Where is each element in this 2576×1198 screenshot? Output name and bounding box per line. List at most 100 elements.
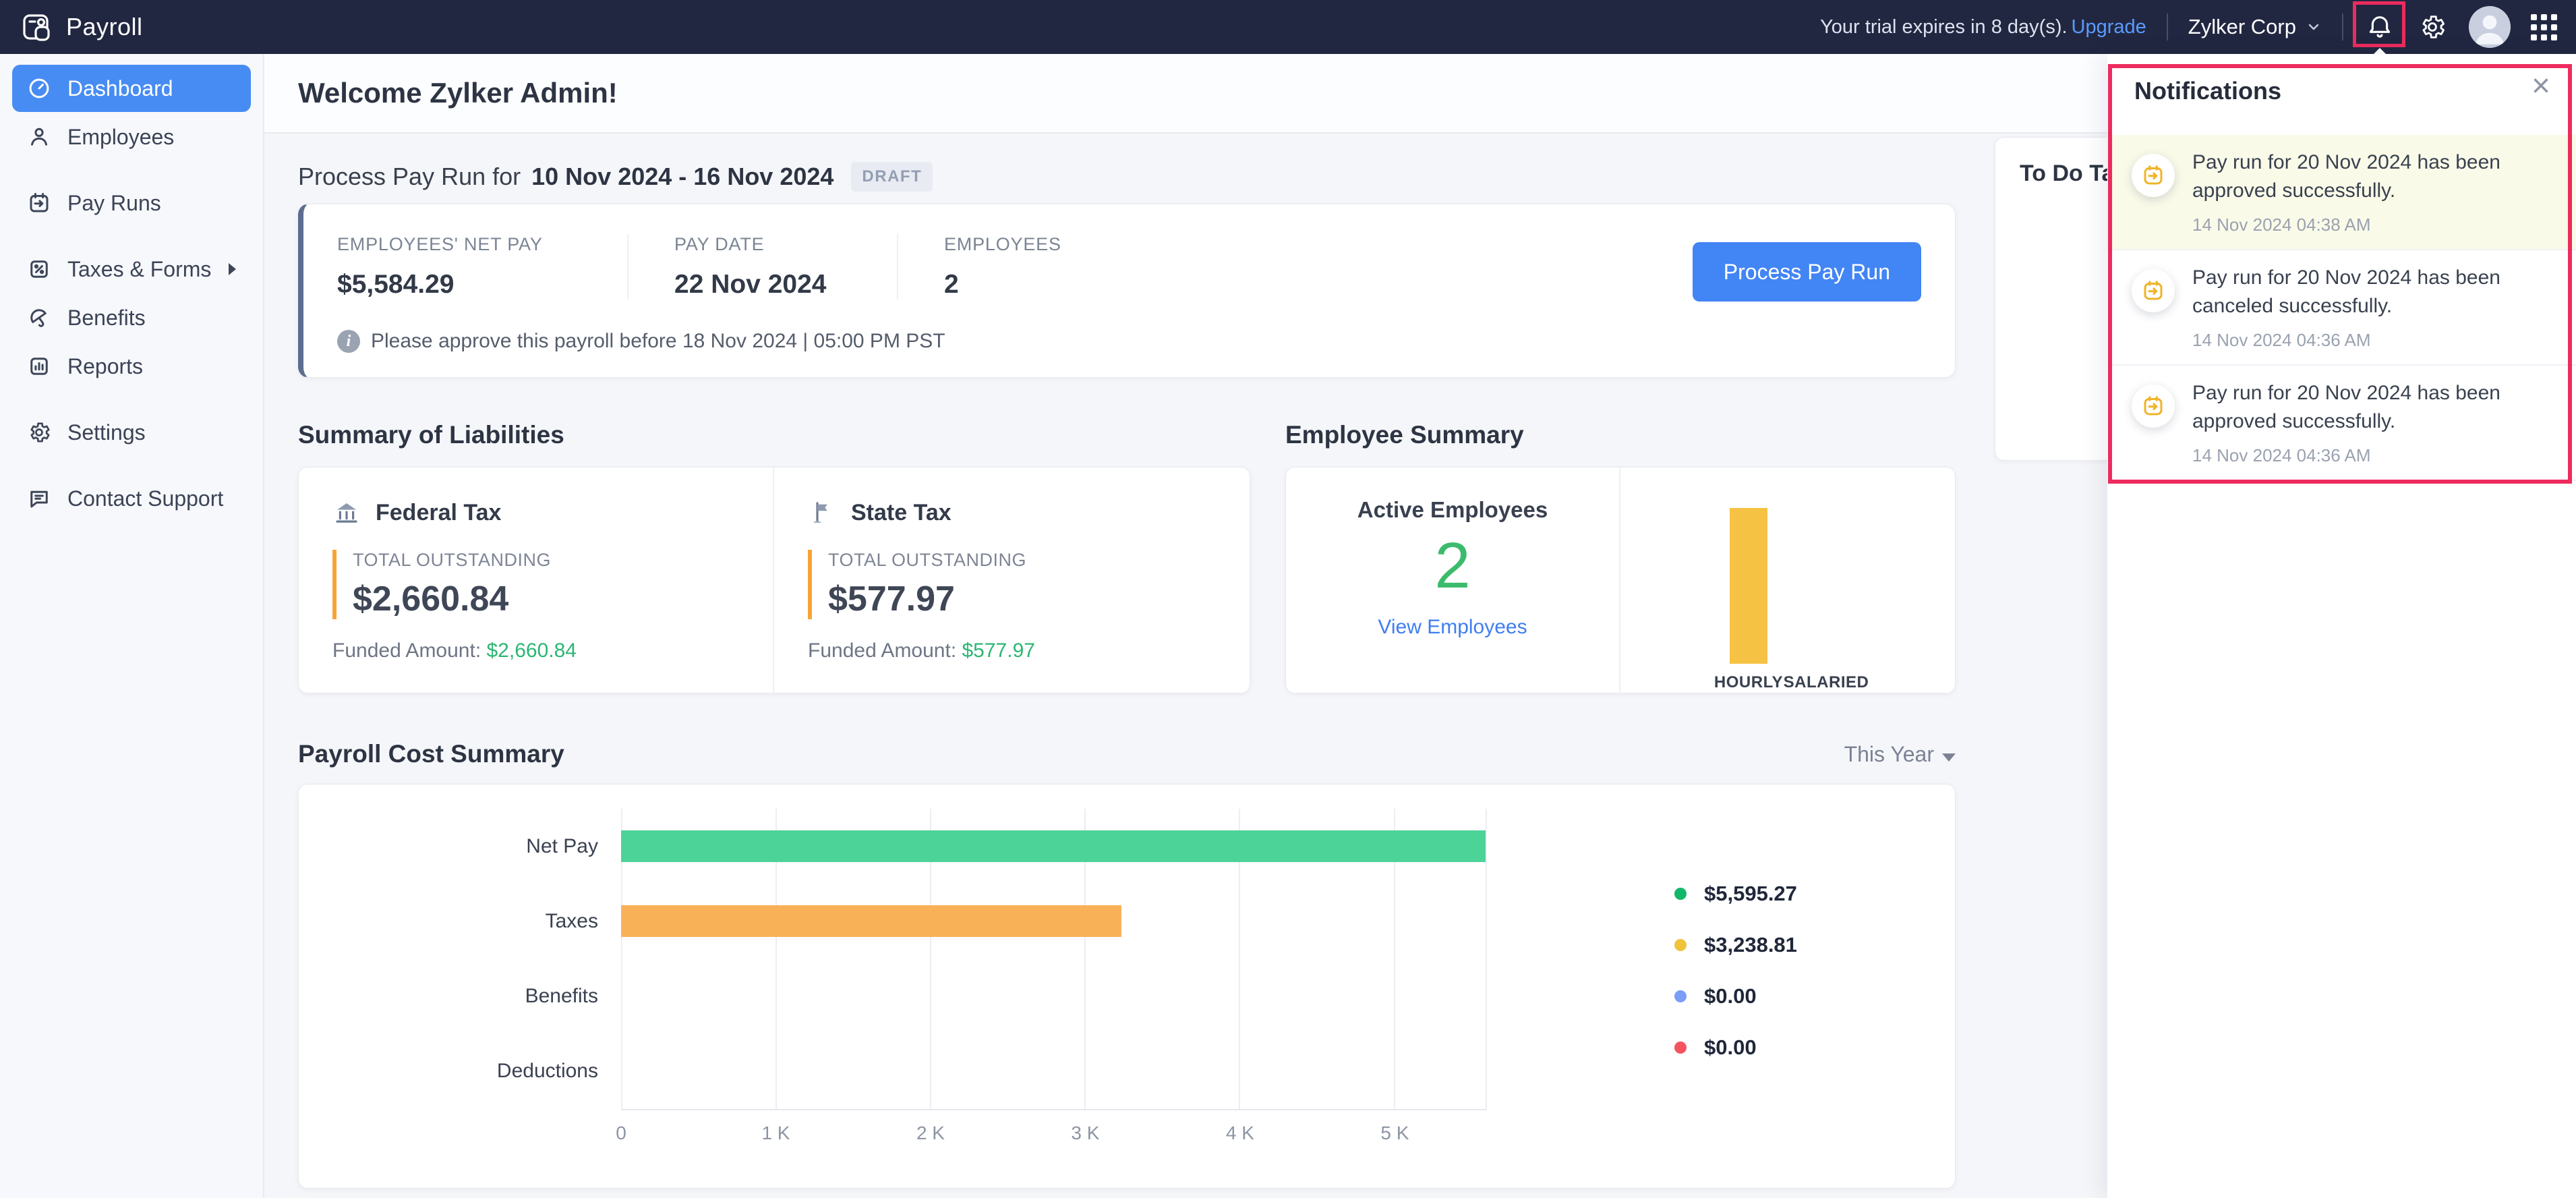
notification-item[interactable]: Pay run for 20 Nov 2024 has been approve… [2107,135,2576,250]
topbar-divider [2342,13,2343,40]
view-employees-link[interactable]: View Employees [1378,616,1527,639]
chevron-right-icon [229,263,236,275]
sidebar-item-reports[interactable]: Reports [12,343,251,390]
stat-label: EMPLOYEES [944,234,1061,254]
pay-run-notification-icon [2132,384,2175,428]
notification-item[interactable]: Pay run for 20 Nov 2024 has been approve… [2107,366,2576,481]
gear-icon [2422,16,2445,38]
sidebar-item-label: Dashboard [67,76,173,101]
notifications-panel: Notifications × Pay run for 20 Nov 2024 … [2107,54,2576,1198]
bar-row-net-pay: Net Pay [526,809,1486,884]
org-selector[interactable]: Zylker Corp [2188,15,2322,39]
chart-legend: $5,595.27 $3,238.81 $0.00 $0.00 [1674,879,1797,1084]
notification-time: 14 Nov 2024 04:38 AM [2192,215,2371,235]
employee-type-chart: HOURLY SALARIED [1620,467,1955,693]
trial-banner: Your trial expires in 8 day(s). Upgrade [1820,16,2146,38]
notification-time: 14 Nov 2024 04:36 AM [2192,330,2371,350]
x-tick-label: 3 K [1071,1122,1100,1143]
legend-value: $0.00 [1704,1035,1757,1059]
active-employees-label: Active Employees [1357,497,1548,522]
legend-dot [1674,990,1687,1002]
sidebar-item-employees[interactable]: Employees [12,113,251,161]
stat-value: 22 Nov 2024 [674,270,827,299]
process-pay-run-button[interactable]: Process Pay Run [1692,242,1921,302]
employee-chart-column: SALARIED [1782,467,1870,692]
outstanding-amount: $577.97 [828,579,955,619]
top-bar: Payroll Your trial expires in 8 day(s). U… [0,0,2576,61]
sidebar-item-pay-runs[interactable]: Pay Runs [12,179,251,227]
notification-time: 14 Nov 2024 04:36 AM [2192,445,2371,465]
sidebar-item-contact-support[interactable]: Contact Support [12,475,251,522]
notifications-header: Notifications × [2107,54,2576,128]
sidebar-item-benefits[interactable]: Benefits [12,294,251,341]
x-axis: 0 1 K 2 K 3 K 4 K 5 K [616,1122,1487,1149]
legend-row-net-pay: $5,595.27 [1674,879,1797,909]
liabilities-card: Federal Tax TOTAL OUTSTANDING $2,660.84 … [298,467,1250,693]
notifications-list: Pay run for 20 Nov 2024 has been approve… [2107,135,2576,481]
sidebar-item-dashboard[interactable]: Dashboard [12,65,251,112]
info-icon: i [337,330,360,353]
notifications-bell-button[interactable] [2353,1,2405,61]
payrun-period: 10 Nov 2024 - 16 Nov 2024 [531,163,834,190]
sidebar-item-label: Employees [67,124,175,149]
notification-body: Pay run for 20 Nov 2024 has been cancele… [2192,264,2516,351]
legend-value: $0.00 [1704,984,1757,1008]
apps-grid-icon[interactable] [2531,13,2557,40]
stat-label: PAY DATE [674,234,765,254]
employee-summary-card: Active Employees 2 View Employees HOURLY… [1285,467,1956,693]
stat-net-pay: EMPLOYEES' NET PAY $5,584.29 [337,234,627,300]
notification-text: Pay run for 20 Nov 2024 has been approve… [2192,151,2500,202]
trial-text: Your trial expires in 8 day(s). [1820,16,2068,38]
notification-body: Pay run for 20 Nov 2024 has been approve… [2192,379,2516,466]
category-label: Benefits [525,985,598,1008]
hourly-bar [1730,508,1767,664]
approval-note-text: Please approve this payroll before 18 No… [371,330,945,352]
sidebar: Dashboard Employees Pay Runs Taxes & For… [0,54,264,1198]
app-title: Payroll [66,13,143,40]
funded-amount: $577.97 [962,639,1035,662]
legend-dot [1674,1042,1687,1054]
notification-text: Pay run for 20 Nov 2024 has been cancele… [2192,266,2500,317]
sidebar-item-label: Reports [67,353,144,378]
funded-label: Funded Amount: [808,639,957,662]
avatar[interactable] [2469,6,2511,48]
sidebar-item-taxes-forms[interactable]: Taxes & Forms [12,246,251,293]
bell-icon [2369,16,2391,38]
settings-gear-button[interactable] [2416,11,2449,43]
topbar-divider [2166,13,2168,40]
contact-support-icon [27,486,51,511]
payroll-cost-title: Payroll Cost Summary [298,740,564,768]
app-brand: Payroll [0,11,264,43]
state-outstanding: TOTAL OUTSTANDING $577.97 [808,550,1250,619]
sidebar-item-label: Benefits [67,305,146,330]
org-name: Zylker Corp [2188,15,2296,38]
outstanding-amount: $2,660.84 [353,579,509,619]
sidebar-item-label: Taxes & Forms [67,256,212,281]
category-label: Taxes [545,909,598,932]
notification-text: Pay run for 20 Nov 2024 has been approve… [2192,382,2500,432]
legend-dot [1674,888,1687,900]
close-icon[interactable]: × [2531,70,2550,103]
stat-value: $5,584.29 [337,270,455,299]
notification-item[interactable]: Pay run for 20 Nov 2024 has been cancele… [2107,250,2576,366]
federal-tax-header: Federal Tax [332,498,773,527]
x-tick-label: 2 K [916,1122,945,1143]
employee-chart-column: HOURLY [1705,467,1792,692]
upgrade-link[interactable]: Upgrade [2072,16,2146,38]
sidebar-item-settings[interactable]: Settings [12,409,251,456]
stat-label: EMPLOYEES' NET PAY [337,234,543,254]
outstanding-label: TOTAL OUTSTANDING [828,550,1027,570]
state-tax-header: State Tax [808,498,1250,527]
stat-value: 2 [944,270,959,299]
legend-row-taxes: $3,238.81 [1674,930,1797,960]
x-tick-label: 5 K [1380,1122,1409,1143]
reports-icon [27,354,51,378]
chevron-down-icon [2308,24,2319,30]
federal-outstanding: TOTAL OUTSTANDING $2,660.84 [332,550,773,619]
bar-rows: Net Pay Taxes Benefits Deductions [497,809,1486,1109]
bar-area [1782,508,1870,664]
net-pay-bar [621,830,1486,863]
this-year-selector[interactable]: This Year [1753,742,1956,767]
category-label: Deductions [496,1060,598,1083]
active-employees-block: Active Employees 2 View Employees [1286,467,1620,693]
